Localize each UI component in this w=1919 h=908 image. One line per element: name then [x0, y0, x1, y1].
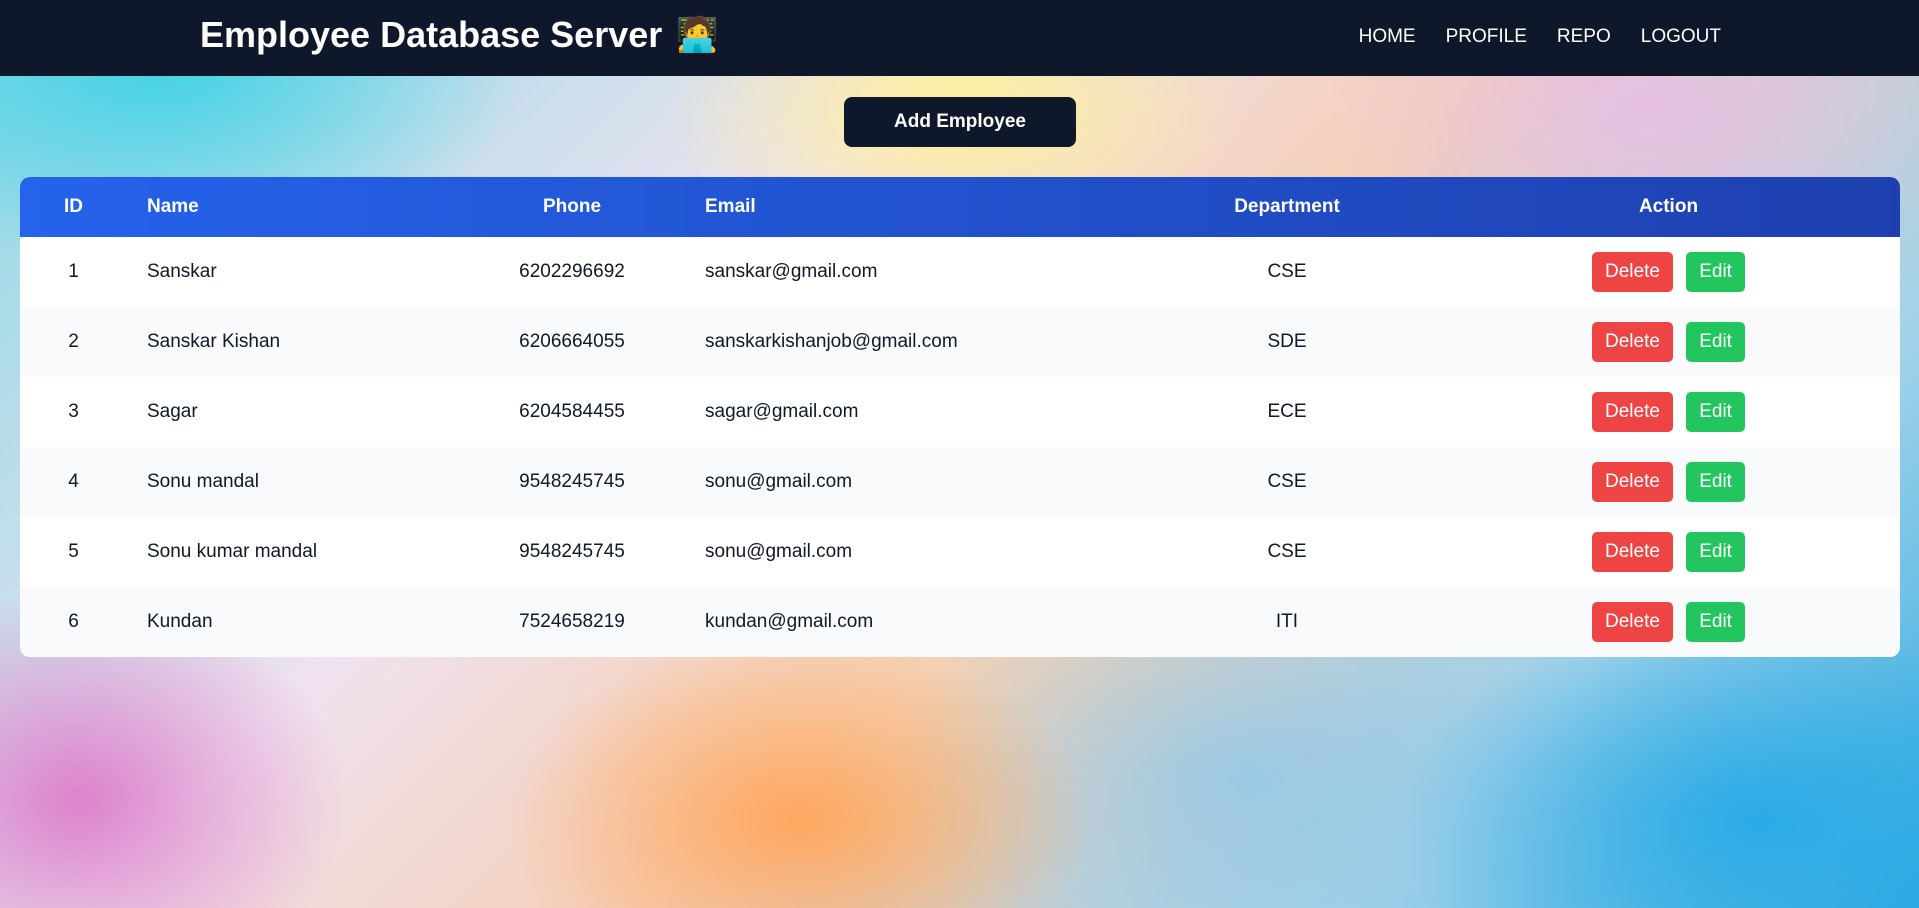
edit-button[interactable]: Edit	[1686, 602, 1745, 642]
table-header-row: ID Name Phone Email Department Action	[20, 177, 1900, 237]
cell-id: 4	[68, 471, 79, 492]
cell-id: 1	[68, 261, 79, 282]
cell-department: SDE	[1267, 331, 1307, 352]
table-body: 1 Sanskar 6202296692 sanskar@gmail.com C…	[20, 237, 1900, 657]
cell-action: Delete Edit	[1437, 377, 1900, 447]
header-email: Email	[705, 196, 756, 217]
nav-link-repo[interactable]: REPO	[1557, 26, 1611, 48]
employee-table: ID Name Phone Email Department Action 1 …	[20, 177, 1900, 657]
delete-button[interactable]: Delete	[1592, 532, 1673, 572]
header-id: ID	[64, 196, 83, 217]
navbar: Employee Database Server 🧑‍💻 HOME PROFIL…	[0, 0, 1919, 76]
header-name: Name	[147, 196, 199, 217]
cell-action: Delete Edit	[1437, 517, 1900, 587]
cell-action: Delete Edit	[1437, 237, 1900, 307]
cell-id: 2	[68, 331, 79, 352]
header-action: Action	[1638, 196, 1699, 217]
cell-department: CSE	[1267, 261, 1307, 282]
edit-button[interactable]: Edit	[1686, 532, 1745, 572]
edit-button[interactable]: Edit	[1686, 392, 1745, 432]
edit-button[interactable]: Edit	[1686, 252, 1745, 292]
cell-name: Sonu kumar mandal	[147, 541, 318, 562]
nav-links: HOME PROFILE REPO LOGOUT	[1359, 26, 1721, 48]
table-row: 2 Sanskar Kishan 6206664055 sanskarkisha…	[20, 307, 1900, 377]
cell-action: Delete Edit	[1437, 587, 1900, 657]
edit-button[interactable]: Edit	[1686, 462, 1745, 502]
cell-phone: 6206664055	[519, 331, 625, 352]
header-phone: Phone	[542, 196, 602, 217]
technologist-icon: 🧑‍💻	[676, 16, 719, 54]
cell-id: 6	[68, 611, 79, 632]
cell-phone: 7524658219	[519, 611, 625, 632]
cell-department: CSE	[1267, 541, 1307, 562]
cell-email: sanskarkishanjob@gmail.com	[705, 331, 958, 352]
nav-link-logout[interactable]: LOGOUT	[1641, 26, 1721, 48]
table-row: 6 Kundan 7524658219 kundan@gmail.com ITI…	[20, 587, 1900, 657]
nav-link-home[interactable]: HOME	[1359, 26, 1416, 48]
cell-name: Sonu mandal	[147, 471, 259, 492]
cell-email: sonu@gmail.com	[705, 541, 853, 562]
app-title: Employee Database Server 🧑‍💻	[200, 14, 719, 56]
delete-button[interactable]: Delete	[1592, 322, 1673, 362]
cell-email: sanskar@gmail.com	[705, 261, 878, 282]
cell-department: ECE	[1267, 401, 1307, 422]
employee-table-container: ID Name Phone Email Department Action 1 …	[20, 177, 1900, 657]
cell-email: sagar@gmail.com	[705, 401, 859, 422]
cell-phone: 6204584455	[519, 401, 625, 422]
table-row: 5 Sonu kumar mandal 9548245745 sonu@gmai…	[20, 517, 1900, 587]
cell-email: sonu@gmail.com	[705, 471, 853, 492]
table-row: 3 Sagar 6204584455 sagar@gmail.com ECE D…	[20, 377, 1900, 447]
edit-button[interactable]: Edit	[1686, 322, 1745, 362]
table-row: 4 Sonu mandal 9548245745 sonu@gmail.com …	[20, 447, 1900, 517]
cell-name: Sagar	[147, 401, 198, 422]
add-employee-button[interactable]: Add Employee	[844, 97, 1076, 147]
cell-id: 5	[68, 541, 79, 562]
cell-name: Kundan	[147, 611, 213, 632]
cell-action: Delete Edit	[1437, 307, 1900, 377]
cell-department: CSE	[1267, 471, 1307, 492]
delete-button[interactable]: Delete	[1592, 392, 1673, 432]
table-header: ID Name Phone Email Department Action	[20, 177, 1900, 237]
cell-phone: 9548245745	[519, 471, 625, 492]
header-department: Department	[1234, 196, 1340, 217]
cell-department: ITI	[1275, 611, 1299, 632]
delete-button[interactable]: Delete	[1592, 602, 1673, 642]
app-title-text: Employee Database Server	[200, 14, 663, 55]
cell-phone: 6202296692	[519, 261, 625, 282]
cell-name: Sanskar	[147, 261, 217, 282]
delete-button[interactable]: Delete	[1592, 462, 1673, 502]
table-row: 1 Sanskar 6202296692 sanskar@gmail.com C…	[20, 237, 1900, 307]
cell-id: 3	[68, 401, 79, 422]
cell-phone: 9548245745	[519, 541, 625, 562]
cell-email: kundan@gmail.com	[705, 611, 874, 632]
delete-button[interactable]: Delete	[1592, 252, 1673, 292]
nav-link-profile[interactable]: PROFILE	[1446, 26, 1527, 48]
cell-action: Delete Edit	[1437, 447, 1900, 517]
cell-name: Sanskar Kishan	[147, 331, 281, 352]
